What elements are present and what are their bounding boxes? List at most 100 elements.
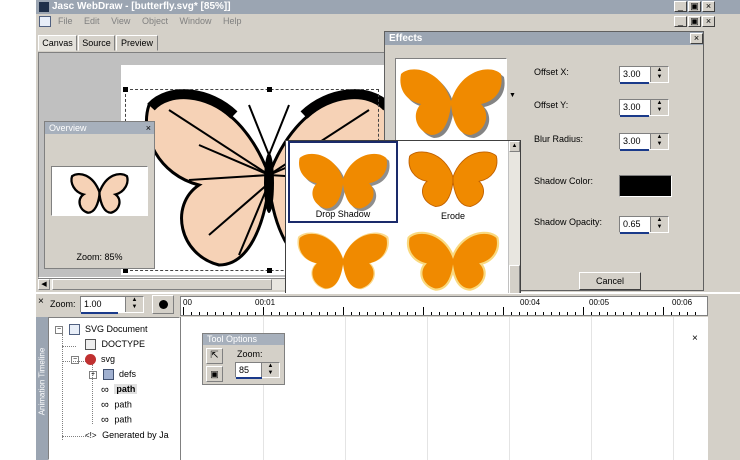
path-icon: ∞ [101, 384, 109, 396]
minimize-button[interactable]: _ [674, 1, 687, 12]
ruler-tick [391, 312, 392, 315]
pointer-icon: ⇱ [210, 350, 219, 361]
menu-file[interactable]: File [58, 16, 73, 26]
selection-handle[interactable] [267, 87, 272, 92]
ruler-tick [431, 312, 432, 315]
tree-item-doctype[interactable]: DOCTYPE [85, 339, 145, 351]
ruler-tick [295, 312, 296, 315]
document-tree[interactable]: − SVG Document DOCTYPE − svg + defs ∞ pa… [48, 317, 180, 460]
ruler-tick [271, 312, 272, 315]
doc-minimize-button[interactable]: _ [674, 16, 687, 27]
scroll-left-button[interactable]: ◀ [38, 279, 50, 290]
timeline-ruler[interactable]: 00 00:01 00:04 00:05 00:06 [180, 296, 708, 316]
record-icon [159, 300, 168, 309]
spinner-underline [81, 312, 119, 314]
effect-thumbnail-icon [297, 232, 389, 290]
selection-handle[interactable] [267, 177, 272, 182]
defs-icon [102, 369, 114, 381]
ruler-tick [591, 312, 592, 315]
tree-item-svg[interactable]: − svg [71, 354, 115, 366]
ruler-tick [463, 312, 464, 315]
menu-help[interactable]: Help [223, 16, 242, 26]
effect-item-erode[interactable]: Erode [398, 141, 508, 223]
menu-window[interactable]: Window [179, 16, 211, 26]
timeline-zoom-spinner[interactable]: 1.00 ▲ ▼ [80, 296, 144, 314]
shadow-opacity-value: 0.65 [623, 219, 641, 229]
restore-button[interactable]: ▣ [688, 1, 701, 12]
expand-icon[interactable]: + [89, 370, 97, 379]
gallery-scroll-thumb[interactable] [509, 265, 520, 295]
spinner-underline [620, 232, 649, 234]
effect-preview-box[interactable] [395, 58, 507, 144]
ruler-tick [679, 312, 680, 315]
selection-handle[interactable] [123, 87, 128, 92]
spinner-arrows-icon[interactable]: ▲ ▼ [650, 67, 668, 82]
app-title: Jasc WebDraw - [butterfly.svg* [85%]] [52, 1, 231, 12]
ruler-tick [255, 312, 256, 315]
menu-view[interactable]: View [111, 16, 130, 26]
ruler-tick [631, 312, 632, 315]
tree-item-comment[interactable]: <!> Generated by Ja [85, 430, 169, 440]
offset-x-spinner[interactable]: 3.00 ▲ ▼ [619, 66, 669, 84]
preview-butterfly-icon [400, 69, 505, 138]
ruler-tick [567, 312, 568, 315]
gallery-scroll-up-button[interactable]: ▲ [509, 141, 520, 152]
ruler-tick [447, 312, 448, 315]
preview-dropdown-arrow[interactable]: ▼ [509, 92, 516, 99]
timeline-gridline [591, 317, 592, 460]
overview-thumbnail[interactable] [51, 166, 148, 216]
ruler-tick [647, 312, 648, 315]
tree-item-path[interactable]: ∞ path [101, 414, 132, 426]
spinner-arrows-icon[interactable]: ▲ ▼ [125, 297, 143, 312]
ruler-tick [615, 312, 616, 315]
blur-radius-spinner[interactable]: 3.00 ▲ ▼ [619, 133, 669, 151]
tree-item-path-selected[interactable]: ∞ path [101, 384, 138, 396]
tab-preview[interactable]: Preview [116, 35, 158, 51]
shadow-color-swatch[interactable] [619, 175, 672, 197]
cancel-button-label: Cancel [595, 276, 624, 286]
ruler-tick [655, 312, 656, 315]
overview-close-icon[interactable]: × [146, 122, 151, 134]
shadow-opacity-spinner[interactable]: 0.65 ▲ ▼ [619, 216, 669, 234]
doc-restore-button[interactable]: ▣ [688, 16, 701, 27]
tree-item-defs[interactable]: + defs [89, 369, 136, 381]
timeline-close-icon[interactable]: × [38, 296, 44, 307]
tool-options-titlebar: Tool Options [203, 334, 284, 345]
overview-butterfly-icon [70, 173, 129, 214]
timeline-close-right-icon[interactable]: × [692, 333, 698, 344]
tab-source[interactable]: Source [78, 35, 115, 51]
tree-item-label: path [114, 384, 138, 395]
menu-object[interactable]: Object [142, 16, 168, 26]
spinner-underline [620, 149, 649, 151]
ruler-tick [487, 312, 488, 315]
record-button[interactable] [152, 295, 174, 314]
document-icon[interactable] [39, 16, 51, 27]
spinner-arrows-icon[interactable]: ▲ ▼ [650, 217, 668, 232]
spinner-arrows-icon[interactable]: ▲ ▼ [261, 363, 279, 377]
offset-y-spinner[interactable]: 3.00 ▲ ▼ [619, 99, 669, 117]
scroll-thumb[interactable] [52, 279, 272, 290]
app-titlebar: Jasc WebDraw - [butterfly.svg* [85%]] [36, 0, 740, 14]
spinner-arrows-icon[interactable]: ▲ ▼ [650, 134, 668, 149]
app-icon[interactable] [39, 2, 49, 12]
ruler-tick [623, 312, 624, 315]
effect-item-drop-shadow[interactable]: Drop Shadow [288, 141, 398, 223]
spinner-arrows-icon[interactable]: ▲ ▼ [650, 100, 668, 115]
doc-close-button[interactable]: × [702, 16, 715, 27]
offset-x-value: 3.00 [623, 69, 641, 79]
collapse-icon[interactable]: − [71, 355, 79, 364]
selection-handle[interactable] [267, 268, 272, 273]
lock-tool-button[interactable]: ▣ [206, 366, 223, 382]
tool-zoom-spinner[interactable]: 85 ▲ ▼ [235, 362, 280, 379]
effects-close-button[interactable]: × [690, 33, 703, 44]
collapse-icon[interactable]: − [55, 325, 63, 334]
menu-edit[interactable]: Edit [84, 16, 100, 26]
cancel-button[interactable]: Cancel [579, 272, 641, 290]
tree-item-svg-document[interactable]: − SVG Document [55, 324, 148, 336]
tab-canvas[interactable]: Canvas [38, 35, 77, 51]
close-button[interactable]: × [702, 1, 715, 12]
tree-item-path[interactable]: ∞ path [101, 399, 132, 411]
pointer-tool-button[interactable]: ⇱ [206, 348, 223, 364]
timeline-gridline [427, 317, 428, 460]
timeline-gridline [509, 317, 510, 460]
